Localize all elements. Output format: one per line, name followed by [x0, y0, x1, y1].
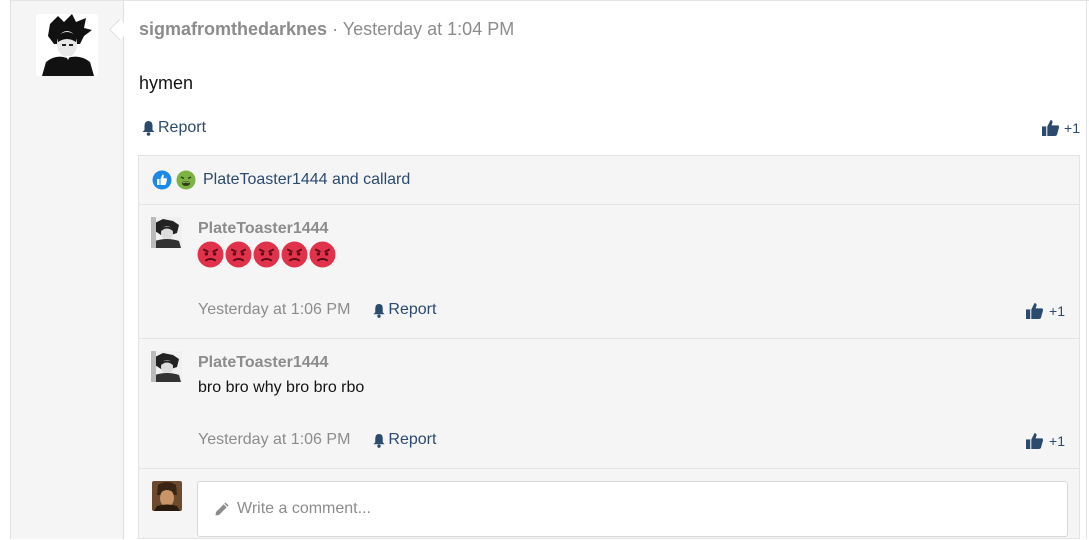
separator: ·: [332, 19, 339, 39]
comment-report-button[interactable]: Report: [372, 431, 436, 449]
divider: [10, 0, 1089, 1]
angry-face-icon: [309, 241, 336, 268]
comments-panel: PlateToaster1444 and callard PlateToaste…: [138, 155, 1080, 539]
thumbs-up-icon: [1042, 120, 1060, 136]
comment-item: PlateToaster1444 Yesterday at 1:06 PM Re…: [139, 205, 1079, 339]
comment-author-avatar[interactable]: [151, 351, 182, 382]
report-label: Report: [158, 119, 207, 136]
comment-input-placeholder: Write a comment...: [237, 500, 371, 517]
report-label: Report: [388, 431, 437, 448]
like-count: +1: [1049, 432, 1065, 449]
pencil-icon: [215, 502, 229, 516]
post-username[interactable]: sigmafromthedarknes: [139, 19, 327, 39]
sick-reaction-icon: [176, 170, 196, 190]
comment-like-button[interactable]: +1: [1026, 432, 1065, 449]
angry-face-icon: [225, 241, 252, 268]
thumbs-up-icon: [1026, 303, 1044, 319]
comment-meta: Yesterday at 1:06 PM Report: [198, 301, 436, 319]
post-timestamp[interactable]: Yesterday at 1:04 PM: [343, 19, 514, 39]
thumbs-up-icon: [1026, 433, 1044, 449]
post-header: sigmafromthedarknes · Yesterday at 1:04 …: [139, 19, 514, 40]
comment-input[interactable]: Write a comment...: [197, 481, 1068, 537]
divider: [1086, 0, 1087, 539]
angry-face-icon: [281, 241, 308, 268]
bell-icon: [373, 433, 386, 448]
comment-timestamp[interactable]: Yesterday at 1:06 PM: [198, 431, 350, 449]
bell-icon: [373, 303, 386, 318]
comment-report-button[interactable]: Report: [372, 301, 436, 319]
report-label: Report: [388, 301, 437, 318]
post-author-avatar[interactable]: [36, 14, 98, 76]
angry-face-icon: [253, 241, 280, 268]
comment-composer: Write a comment...: [139, 469, 1079, 540]
comment-like-button[interactable]: +1: [1026, 302, 1065, 319]
comment-meta: Yesterday at 1:06 PM Report: [198, 431, 436, 449]
comment-author-avatar[interactable]: [151, 217, 182, 248]
comment-text: bro bro why bro bro rbo: [198, 379, 365, 396]
post-like-button[interactable]: +1: [1042, 119, 1080, 136]
comment-username[interactable]: PlateToaster1444: [198, 354, 328, 372]
post-report-button[interactable]: Report: [141, 119, 206, 137]
reaction-users[interactable]: PlateToaster1444 and callard: [203, 171, 410, 189]
post-body: hymen: [139, 73, 194, 93]
comment-emojis: [197, 241, 336, 268]
comment-username[interactable]: PlateToaster1444: [198, 220, 328, 238]
angry-face-icon: [197, 241, 224, 268]
like-count: +1: [1064, 119, 1080, 136]
reactions-summary[interactable]: PlateToaster1444 and callard: [139, 156, 1079, 205]
comment-item: PlateToaster1444 bro bro why bro bro rbo…: [139, 339, 1079, 469]
post-sidebar: [10, 0, 124, 539]
like-count: +1: [1049, 302, 1065, 319]
current-user-avatar[interactable]: [152, 481, 182, 511]
like-reaction-icon: [152, 170, 172, 190]
comment-timestamp[interactable]: Yesterday at 1:06 PM: [198, 301, 350, 319]
bell-icon: [142, 121, 155, 136]
